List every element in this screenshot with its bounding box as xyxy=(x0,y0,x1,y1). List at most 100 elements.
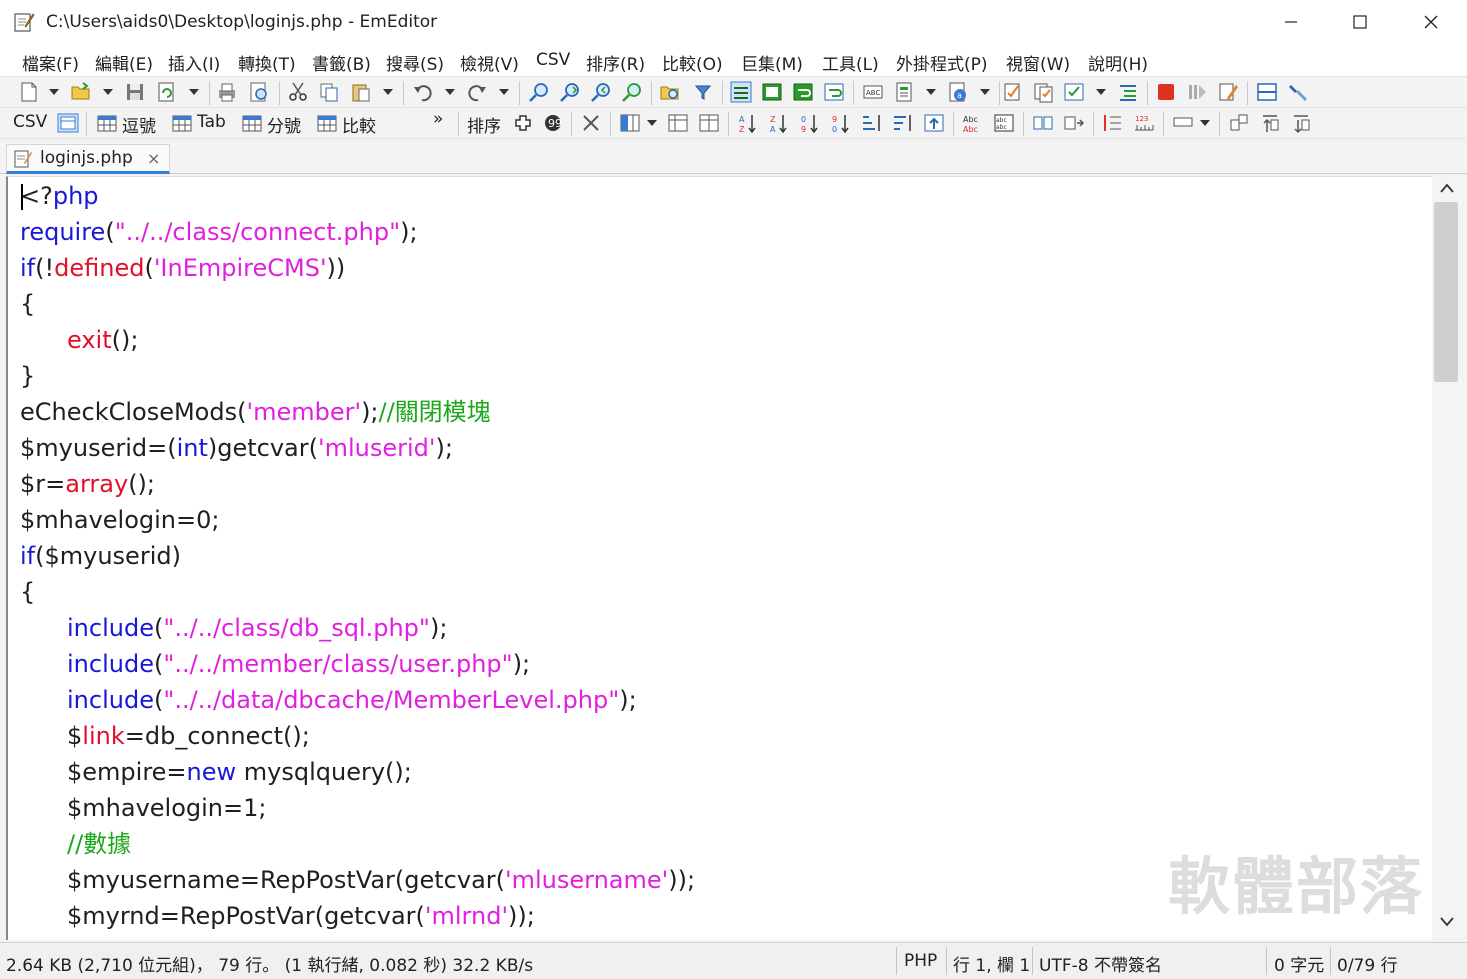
csv-grid-icon[interactable] xyxy=(57,112,79,134)
vertical-scrollbar[interactable] xyxy=(1432,176,1462,940)
menu-edit[interactable]: 編輯(E) xyxy=(95,50,153,75)
new-file-dropdown-icon[interactable] xyxy=(49,89,59,95)
marks-dropdown-icon[interactable] xyxy=(1200,120,1210,126)
compare-separated-button[interactable]: 比較 xyxy=(342,112,376,137)
print-icon[interactable] xyxy=(216,81,238,103)
scroll-down-icon[interactable] xyxy=(1439,916,1455,928)
print-preview-icon[interactable] xyxy=(248,81,270,103)
wrap-none-icon[interactable] xyxy=(730,81,752,103)
split-window-icon[interactable] xyxy=(1256,81,1278,103)
menu-tools[interactable]: 工具(L) xyxy=(822,50,879,75)
cut-icon[interactable] xyxy=(287,81,309,103)
outline-icon[interactable] xyxy=(1117,81,1139,103)
move-down-icon[interactable] xyxy=(1290,112,1312,134)
close-button[interactable] xyxy=(1396,0,1466,44)
heading-row-icon[interactable] xyxy=(667,112,689,134)
menu-search[interactable]: 搜尋(S) xyxy=(386,50,444,75)
sort-9-0-icon[interactable]: 90 xyxy=(830,112,852,134)
tab-close-icon[interactable]: × xyxy=(147,149,160,168)
plugin-tool-icon[interactable] xyxy=(1287,81,1309,103)
configuration-icon[interactable] xyxy=(1032,81,1054,103)
new-file-icon[interactable] xyxy=(18,81,40,103)
status-encoding[interactable]: UTF-8 不帶簽名 xyxy=(1039,951,1162,976)
open-dropdown-icon[interactable] xyxy=(103,89,113,95)
reverse-order-icon[interactable] xyxy=(923,112,945,134)
scrollbar-thumb[interactable] xyxy=(1434,202,1458,382)
menu-sort[interactable]: 排序(R) xyxy=(586,50,645,75)
toolbar-overflow-button[interactable]: » xyxy=(433,109,443,129)
sort-0-9-icon[interactable]: 09 xyxy=(799,112,821,134)
redo-dropdown-icon[interactable] xyxy=(499,89,509,95)
tab-table-icon[interactable] xyxy=(171,112,193,134)
edit-macro-icon[interactable] xyxy=(1217,81,1239,103)
menu-window[interactable]: 視窗(W) xyxy=(1006,50,1070,75)
csv-settings-icon[interactable]: 99 xyxy=(542,112,564,134)
copy-icon[interactable] xyxy=(318,81,340,103)
minimize-button[interactable] xyxy=(1256,0,1326,44)
case-sensitive-icon[interactable]: AbcAbc xyxy=(962,112,984,134)
menu-view[interactable]: 檢視(V) xyxy=(460,50,519,75)
split-column-icon[interactable] xyxy=(1063,112,1085,134)
sort-length-ascending-icon[interactable] xyxy=(861,112,883,134)
ruler-icon[interactable]: 123 xyxy=(1133,112,1155,134)
record-macro-icon[interactable] xyxy=(1155,81,1177,103)
csv-mode-button[interactable]: CSV xyxy=(13,112,47,132)
undo-icon[interactable] xyxy=(412,81,434,103)
find-previous-icon[interactable] xyxy=(590,81,612,103)
freeze-dropdown-icon[interactable] xyxy=(647,120,657,126)
save-icon[interactable] xyxy=(124,81,146,103)
compare-table-icon[interactable] xyxy=(316,112,338,134)
comma-table-icon[interactable] xyxy=(96,112,118,134)
maximize-button[interactable] xyxy=(1325,0,1395,44)
find-in-files-icon[interactable] xyxy=(659,81,681,103)
encoding-dropdown-icon[interactable] xyxy=(980,89,990,95)
line-numbers-icon[interactable] xyxy=(1102,112,1124,134)
reload-dropdown-icon[interactable] xyxy=(189,89,199,95)
paste-icon[interactable] xyxy=(350,81,372,103)
reload-icon[interactable] xyxy=(156,81,178,103)
customize-icon[interactable] xyxy=(1001,81,1023,103)
move-up-icon[interactable] xyxy=(1259,112,1281,134)
properties-dropdown-icon[interactable] xyxy=(926,89,936,95)
semicolon-separated-button[interactable]: 分號 xyxy=(267,112,301,137)
find-next-icon[interactable] xyxy=(559,81,581,103)
run-macro-icon[interactable] xyxy=(1186,81,1208,103)
scroll-up-icon[interactable] xyxy=(1439,182,1455,194)
spell-check-icon[interactable]: ABC xyxy=(862,81,884,103)
open-folder-icon[interactable] xyxy=(70,81,92,103)
wrap-by-page-icon[interactable] xyxy=(823,81,845,103)
encoding-icon[interactable]: a xyxy=(947,81,969,103)
comma-separated-button[interactable]: 逗號 xyxy=(122,112,156,137)
redo-icon[interactable] xyxy=(466,81,488,103)
insert-column-icon[interactable] xyxy=(512,112,534,134)
configuration-dropdown-icon[interactable] xyxy=(1096,89,1106,95)
code-editor[interactable]: <?php require("../../class/connect.php");… xyxy=(6,176,1432,940)
wrap-by-chars-icon[interactable] xyxy=(761,81,783,103)
menu-macros[interactable]: 巨集(M) xyxy=(741,50,803,75)
sort-length-descending-icon[interactable] xyxy=(892,112,914,134)
sort-button[interactable]: 排序 xyxy=(467,112,501,137)
undo-dropdown-icon[interactable] xyxy=(445,89,455,95)
status-cursor-position[interactable]: 行 1, 欄 1 xyxy=(953,951,1030,976)
marks-icon[interactable] xyxy=(1172,112,1194,134)
whole-word-icon[interactable]: abcabc xyxy=(993,112,1015,134)
menu-csv[interactable]: CSV xyxy=(536,50,570,70)
semicolon-table-icon[interactable] xyxy=(241,112,263,134)
menu-insert[interactable]: 插入(I) xyxy=(168,50,220,75)
filter-icon[interactable] xyxy=(692,81,714,103)
clipboard-history-icon[interactable] xyxy=(1228,112,1250,134)
menu-compare[interactable]: 比較(O) xyxy=(662,50,723,75)
replace-icon[interactable] xyxy=(621,81,643,103)
csv-tools-icon[interactable] xyxy=(580,112,602,134)
wrap-by-window-icon[interactable] xyxy=(792,81,814,103)
menu-plugins[interactable]: 外掛程式(P) xyxy=(896,50,988,75)
sort-a-z-icon[interactable]: AZ xyxy=(737,112,759,134)
status-language[interactable]: PHP xyxy=(904,951,937,971)
freeze-columns-icon[interactable] xyxy=(619,112,641,134)
tab-loginjs[interactable]: loginjs.php × xyxy=(6,144,170,174)
sort-z-a-icon[interactable]: ZA xyxy=(768,112,790,134)
find-icon[interactable] xyxy=(528,81,550,103)
column-width-icon[interactable] xyxy=(698,112,720,134)
menu-file[interactable]: 檔案(F) xyxy=(22,50,79,75)
menu-convert[interactable]: 轉換(T) xyxy=(238,50,296,75)
